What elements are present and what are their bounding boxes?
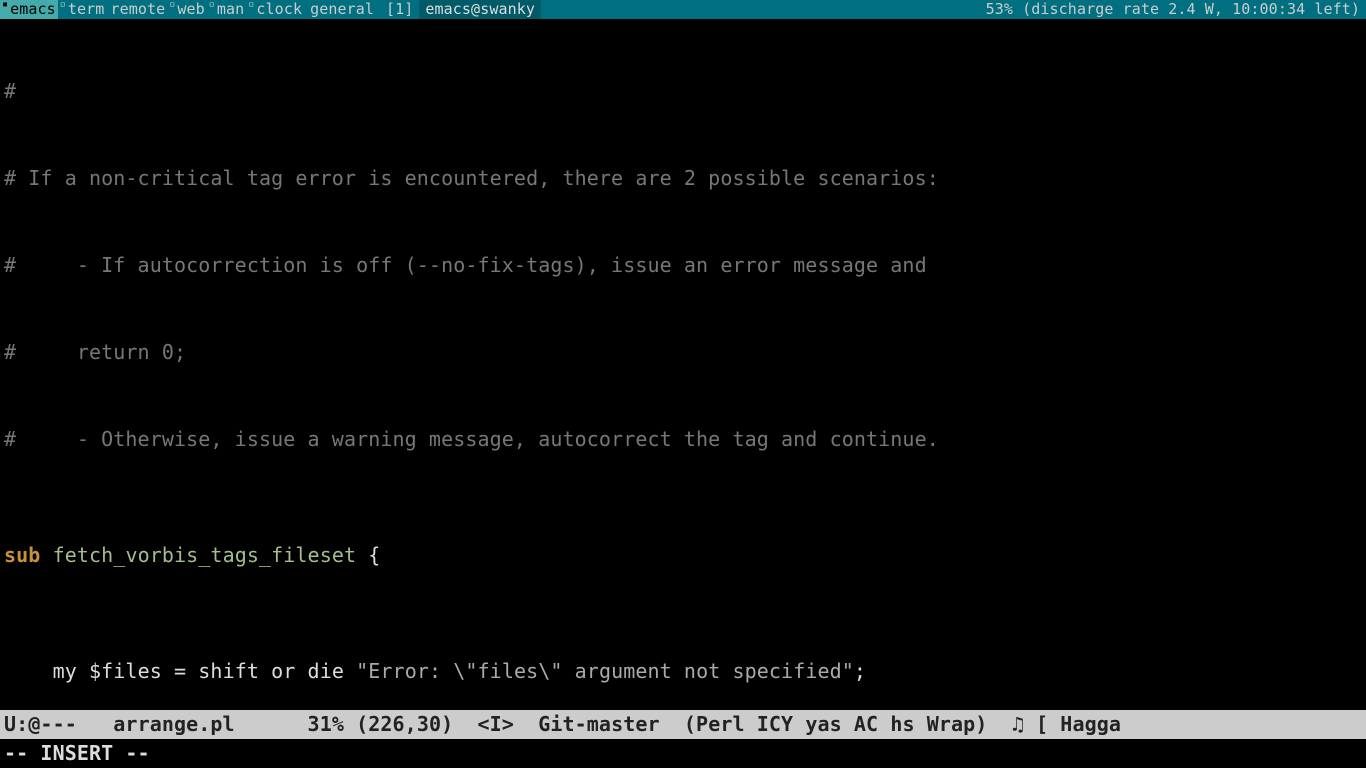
wm-tag-man[interactable]: ▫man bbox=[207, 0, 247, 19]
badge-icon: ▫ bbox=[209, 0, 215, 14]
badge-icon: ▪ bbox=[2, 0, 8, 14]
wm-layout[interactable]: general bbox=[304, 0, 380, 19]
modeline-flags: U:@--- bbox=[4, 712, 89, 736]
editor-viewport[interactable]: # # If a non-critical tag error is encou… bbox=[0, 19, 1366, 710]
badge-icon: ▫ bbox=[60, 0, 66, 14]
badge-icon: ▫ bbox=[248, 0, 254, 14]
wm-workspace[interactable]: [1] bbox=[380, 0, 419, 19]
perl-string: "Error: \"files\" argument not specified… bbox=[356, 659, 854, 683]
wm-tag-clock[interactable]: ▫clock bbox=[246, 0, 304, 19]
code-comment: # If a non-critical tag error is encount… bbox=[4, 166, 939, 190]
modeline-buffer-name: arrange.pl bbox=[89, 712, 259, 736]
wm-window-title: emacs@swanky bbox=[419, 0, 541, 19]
modeline-right: ♫ [ Hagga bbox=[987, 712, 1121, 736]
perl-func-name: fetch_vorbis_tags_fileset bbox=[53, 543, 357, 567]
modeline-position: 31% (226,30) <I> Git-master (Perl ICY ya… bbox=[259, 712, 987, 736]
emacs-minibuffer[interactable]: -- INSERT -- bbox=[0, 739, 1366, 768]
wm-tag-emacs[interactable]: ▪emacs bbox=[0, 0, 58, 19]
perl-var: $files bbox=[89, 659, 162, 683]
badge-icon: ▫ bbox=[169, 0, 175, 14]
code-comment: # return 0; bbox=[4, 340, 186, 364]
wm-tag-term[interactable]: ▫term bbox=[58, 0, 107, 19]
wm-tag-web[interactable]: ▫web bbox=[167, 0, 207, 19]
emacs-modeline[interactable]: U:@--- arrange.pl 31% (226,30) <I> Git-m… bbox=[0, 710, 1366, 739]
wm-battery: 53% (discharge rate 2.4 W, 10:00:34 left… bbox=[980, 0, 1366, 19]
perl-punct: ; bbox=[854, 659, 866, 683]
code-comment: # - Otherwise, issue a warning message, … bbox=[4, 427, 939, 451]
wm-tag-remote[interactable]: remote bbox=[106, 0, 167, 19]
code-comment: # - If autocorrection is off (--no-fix-t… bbox=[4, 253, 927, 277]
wm-spacer bbox=[541, 0, 980, 19]
perl-keyword: sub bbox=[4, 543, 40, 567]
code-comment: # bbox=[4, 79, 16, 103]
perl-code: = shift or die bbox=[162, 659, 356, 683]
perl-code: my bbox=[4, 659, 89, 683]
perl-punct: { bbox=[356, 543, 380, 567]
wm-bar: ▪emacs ▫term remote ▫web ▫man ▫clock gen… bbox=[0, 0, 1366, 19]
